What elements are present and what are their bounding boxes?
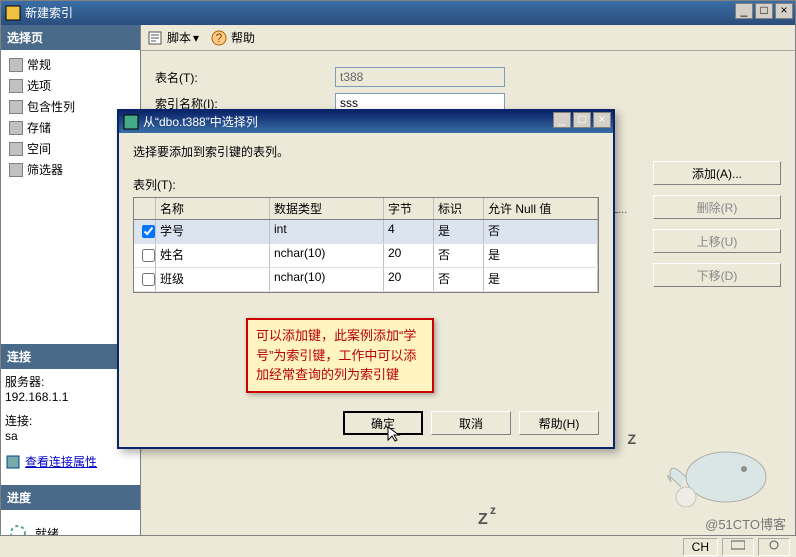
header-byte[interactable]: 字节	[384, 198, 434, 219]
dropdown-arrow-icon: ▾	[193, 31, 199, 45]
main-titlebar: 新建索引	[1, 1, 795, 25]
table-name-label: 表名(T):	[155, 69, 335, 86]
dialog-description: 选择要添加到索引键的表列。	[133, 143, 599, 160]
statusbar: CH	[0, 535, 796, 557]
select-column-dialog: 从“dbo.t388”中选择列 _ □ × 选择要添加到索引键的表列。 表列(T…	[117, 109, 615, 449]
cell-byte: 20	[384, 244, 434, 267]
cell-byte: 4	[384, 220, 434, 243]
add-button[interactable]: 添加(A)...	[653, 161, 781, 185]
dialog-buttons: 确定 取消 帮助(H)	[343, 411, 599, 435]
select-page-header: 选择页	[1, 25, 140, 50]
dialog-titlebar: 从“dbo.t388”中选择列 _ □ ×	[119, 111, 613, 133]
decorative-whale-image	[656, 427, 776, 507]
table-name-input	[335, 67, 505, 87]
cell-type: nchar(10)	[270, 244, 384, 267]
row-checkbox[interactable]	[142, 273, 155, 286]
header-name[interactable]: 名称	[156, 198, 270, 219]
cell-null: 否	[484, 220, 598, 243]
right-button-panel: 添加(A)... 删除(R) 上移(U) 下移(D)	[653, 161, 783, 297]
dialog-icon	[123, 114, 139, 130]
script-icon	[147, 30, 163, 46]
ime-icon[interactable]	[722, 538, 754, 556]
dialog-minimize-button[interactable]: _	[553, 112, 571, 128]
table-columns-label: 表列(T):	[133, 176, 599, 193]
help-icon: ?	[211, 30, 227, 46]
cell-flag: 否	[434, 244, 484, 267]
header-type[interactable]: 数据类型	[270, 198, 384, 219]
cell-byte: 20	[384, 268, 434, 291]
minimize-button[interactable]: _	[735, 3, 753, 19]
annotation-callout: 可以添加键，此案例添加“学号”为索引键，工作中可以添加经常查询的列为索引键	[246, 318, 434, 393]
cell-name: 姓名	[156, 244, 270, 267]
progress-header: 进度	[1, 485, 140, 510]
nav-label: 存储	[27, 119, 51, 136]
cancel-button[interactable]: 取消	[431, 411, 511, 435]
cell-null: 是	[484, 268, 598, 291]
nav-label: 筛选器	[27, 161, 63, 178]
dialog-title: 从“dbo.t388”中选择列	[143, 110, 258, 134]
watermark: @51CTO博客	[705, 514, 786, 533]
nav-label: 选项	[27, 77, 51, 94]
window-title: 新建索引	[25, 1, 73, 25]
view-connection-props-link[interactable]: 查看连接属性	[25, 453, 97, 470]
svg-text:?: ?	[216, 31, 223, 45]
page-icon	[9, 100, 23, 114]
nav-item-0[interactable]: 常规	[5, 54, 136, 75]
page-icon	[9, 121, 23, 135]
window-icon	[5, 5, 21, 21]
remove-button[interactable]: 删除(R)	[653, 195, 781, 219]
row-checkbox[interactable]	[142, 225, 155, 238]
dialog-help-button[interactable]: 帮助(H)	[519, 411, 599, 435]
page-icon	[9, 163, 23, 177]
toolbar: 脚本 ▾ ? 帮助	[141, 25, 795, 51]
dialog-maximize-button[interactable]: □	[573, 112, 591, 128]
page-icon	[9, 142, 23, 156]
dialog-body: 选择要添加到索引键的表列。 表列(T): 名称 数据类型 字节 标识 允许 Nu…	[119, 133, 613, 303]
help-toolbar-button[interactable]: ? 帮助	[211, 29, 255, 46]
table-row[interactable]: 姓名nchar(10)20否是	[134, 244, 598, 268]
page-icon	[9, 79, 23, 93]
grid-header: 名称 数据类型 字节 标识 允许 Null 值	[134, 198, 598, 220]
connection-props-icon	[5, 454, 21, 470]
decorative-z-icon: Z	[627, 431, 636, 447]
table-row[interactable]: 班级nchar(10)20否是	[134, 268, 598, 292]
header-null[interactable]: 允许 Null 值	[484, 198, 598, 219]
ok-button[interactable]: 确定	[343, 411, 423, 435]
cell-name: 班级	[156, 268, 270, 291]
close-button[interactable]: ×	[775, 3, 793, 19]
cell-flag: 是	[434, 220, 484, 243]
ime-options[interactable]	[758, 538, 790, 556]
nav-item-1[interactable]: 选项	[5, 75, 136, 96]
options-icon	[767, 539, 781, 551]
move-down-button[interactable]: 下移(D)	[653, 263, 781, 287]
decorative-z-icon: Z	[478, 511, 488, 529]
keyboard-icon	[731, 539, 745, 551]
ime-indicator[interactable]: CH	[683, 538, 718, 556]
decorative-z-icon: z	[490, 503, 496, 517]
cell-name: 学号	[156, 220, 270, 243]
row-checkbox[interactable]	[142, 249, 155, 262]
nav-label: 常规	[27, 56, 51, 73]
script-toolbar-button[interactable]: 脚本 ▾	[147, 29, 199, 46]
cell-flag: 否	[434, 268, 484, 291]
cell-type: int	[270, 220, 384, 243]
nav-label: 包含性列	[27, 98, 75, 115]
dialog-close-button[interactable]: ×	[593, 112, 611, 128]
maximize-button[interactable]: □	[755, 3, 773, 19]
table-row[interactable]: 学号int4是否	[134, 220, 598, 244]
cell-null: 是	[484, 244, 598, 267]
page-icon	[9, 58, 23, 72]
columns-grid: 名称 数据类型 字节 标识 允许 Null 值 学号int4是否姓名nchar(…	[133, 197, 599, 293]
header-flag[interactable]: 标识	[434, 198, 484, 219]
main-window-buttons: _ □ ×	[733, 3, 793, 19]
move-up-button[interactable]: 上移(U)	[653, 229, 781, 253]
nav-label: 空间	[27, 140, 51, 157]
cell-type: nchar(10)	[270, 268, 384, 291]
